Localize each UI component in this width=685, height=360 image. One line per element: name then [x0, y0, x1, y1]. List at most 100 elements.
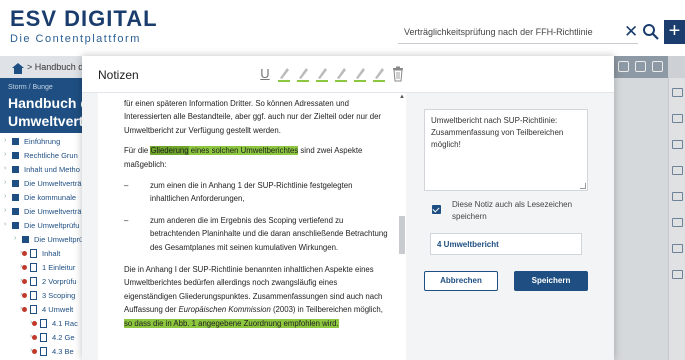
chevron-right-icon[interactable]: ›: [4, 221, 6, 228]
toc-item-label: Die Umweltverträ: [24, 207, 82, 216]
top-bar: ESV DIGITAL Die Contentplattform Verträg…: [0, 0, 685, 56]
toc-item-label: 1 Einleitur: [42, 263, 76, 272]
document-icon: [30, 263, 37, 272]
highlighter-icon[interactable]: [277, 65, 291, 83]
toc-item[interactable]: ›4.1 Rac: [0, 317, 82, 331]
chapter-icon: [22, 236, 29, 243]
bookmark-checkbox[interactable]: [432, 205, 441, 214]
toc-item[interactable]: ›3 Scoping: [0, 289, 82, 303]
highlighted-text[interactable]: eines solchen Umweltberichtes: [188, 146, 299, 156]
breadcrumb[interactable]: > Handbuch d: [27, 62, 83, 72]
table-of-contents: › Einführung › Rechtliche Grun › Inhalt und M…: [0, 133, 84, 360]
search-input[interactable]: Verträglichkeitsprüfung nach der FFH-Ric…: [398, 22, 638, 44]
chevron-right-icon[interactable]: ›: [4, 207, 6, 214]
toc-item[interactable]: ›4 Umwelt: [0, 303, 82, 317]
toc-item[interactable]: ›4.3 Be: [0, 345, 82, 359]
dialog-title: Notizen: [98, 68, 139, 82]
paragraph: Für die Gliederung eines solchen Umweltb…: [124, 146, 363, 169]
document-icon: [30, 291, 37, 300]
chevron-right-icon[interactable]: ›: [4, 179, 6, 186]
notes-dialog: Notizen U für einen späteren Information…: [82, 56, 614, 360]
highlighter-icon[interactable]: [315, 65, 329, 83]
chevron-right-icon[interactable]: ›: [4, 151, 6, 158]
chapter-icon: [12, 208, 19, 215]
highlighter-icon[interactable]: [372, 65, 386, 83]
status-dot-icon: [22, 265, 27, 270]
add-button[interactable]: +: [664, 20, 685, 44]
status-dot-icon: [32, 349, 37, 354]
toc-item-label: 4 Umwelt: [42, 305, 74, 314]
toc-item[interactable]: › Einführung: [0, 135, 82, 149]
save-button[interactable]: Speichern: [514, 271, 588, 291]
toc-item-label: Die Umweltprüfu: [24, 221, 80, 230]
sidebar-authors: Storm / Bunge: [8, 84, 53, 91]
document-icon: [30, 277, 37, 286]
underline-icon[interactable]: U: [258, 65, 272, 83]
status-dot-icon: [22, 251, 27, 256]
toc-item-label: 4.2 Ge: [52, 333, 75, 342]
toc-item[interactable]: ›1 Einleitur: [0, 261, 82, 275]
highlighted-text[interactable]: so dass die in Abb. 1 angegebene Zuordnu…: [124, 318, 339, 328]
toc-item[interactable]: ›Inhalt: [0, 247, 82, 261]
home-icon[interactable]: [12, 61, 24, 74]
toc-item[interactable]: › Die Umweltprüfu: [0, 219, 82, 233]
toc-item[interactable]: › Die kommunale: [0, 191, 82, 205]
toc-item[interactable]: ›2 Vorprüfu: [0, 275, 82, 289]
note-textarea[interactable]: Umweltbericht nach SUP-Richtlinie: Zusam…: [424, 109, 588, 191]
search-icon[interactable]: [642, 22, 660, 42]
chevron-right-icon[interactable]: ›: [4, 165, 6, 172]
bookmark-option: Diese Notiz auch als Lesezeichen speiche…: [424, 195, 588, 229]
status-dot-icon: [22, 293, 27, 298]
chevron-right-icon[interactable]: ›: [4, 137, 6, 144]
toc-item-label: Die Umweltprü: [34, 235, 84, 244]
cancel-button[interactable]: Abbrechen: [424, 271, 498, 291]
list-item: – zum einen die in Anhang 1 der SUP-Richt…: [124, 181, 353, 204]
highlighter-icon[interactable]: [334, 65, 348, 83]
document-text: für einen späteren Information Dritter. …: [98, 93, 406, 360]
dialog-header: Notizen U: [82, 56, 614, 93]
toc-item-label: Rechtliche Grun: [24, 151, 78, 160]
toc-item-label: 3 Scoping: [42, 291, 76, 300]
highlighter-icon[interactable]: [296, 65, 310, 83]
document-icon: [40, 347, 47, 356]
chevron-right-icon[interactable]: ›: [14, 235, 16, 242]
chevron-right-icon[interactable]: ›: [4, 193, 6, 200]
highlighted-text[interactable]: Gliederung: [150, 146, 189, 156]
scrollbar-thumb[interactable]: [399, 216, 405, 254]
sidebar-book-title: Handbuch deUmweltverträ: [8, 95, 82, 129]
toc-item-label: Einführung: [24, 137, 61, 146]
document-icon: [30, 305, 37, 314]
paragraph: Die in Anhang I der SUP-Richtlinie benan…: [124, 265, 383, 328]
note-editor: Umweltbericht nach SUP-Richtlinie: Zusam…: [420, 93, 614, 360]
chapter-icon: [12, 152, 19, 159]
chapter-icon: [12, 222, 19, 229]
toc-item[interactable]: › Inhalt und Metho: [0, 163, 82, 177]
toc-item-label: Inhalt und Metho: [24, 165, 80, 174]
resize-grip-icon[interactable]: [580, 183, 586, 189]
status-dot-icon: [32, 335, 37, 340]
status-dot-icon: [22, 279, 27, 284]
clear-search-icon[interactable]: ✕: [624, 23, 638, 40]
toc-item[interactable]: › Rechtliche Grun: [0, 149, 82, 163]
status-dot-icon: [22, 307, 27, 312]
document-icon: [40, 319, 47, 328]
toc-item[interactable]: › Die Umweltverträ: [0, 177, 82, 191]
chapter-icon: [12, 180, 19, 187]
trash-icon[interactable]: [391, 65, 405, 83]
logo-title: ESV DIGITAL: [10, 6, 158, 31]
toc-item[interactable]: › Die Umweltprü: [0, 233, 84, 247]
section-reference: 4 Umweltbericht: [430, 233, 582, 255]
toc-item[interactable]: › Die Umweltverträ: [0, 205, 82, 219]
toc-item[interactable]: ›4.2 Ge: [0, 331, 82, 345]
paragraph: für einen späteren Information Dritter. …: [124, 99, 382, 135]
bookmark-checkbox-label[interactable]: Diese Notiz auch als Lesezeichen speiche…: [452, 199, 586, 223]
toc-item-label: 2 Vorprüfu: [42, 277, 77, 286]
toc-item-label: Die Umweltverträ: [24, 179, 82, 188]
document-icon: [40, 333, 47, 342]
chapter-icon: [12, 194, 19, 201]
scroll-up-icon[interactable]: ▲: [398, 94, 406, 102]
logo[interactable]: ESV DIGITAL Die Contentplattform: [10, 8, 158, 45]
status-dot-icon: [32, 321, 37, 326]
chapter-icon: [12, 166, 19, 173]
highlighter-icon[interactable]: [353, 65, 367, 83]
